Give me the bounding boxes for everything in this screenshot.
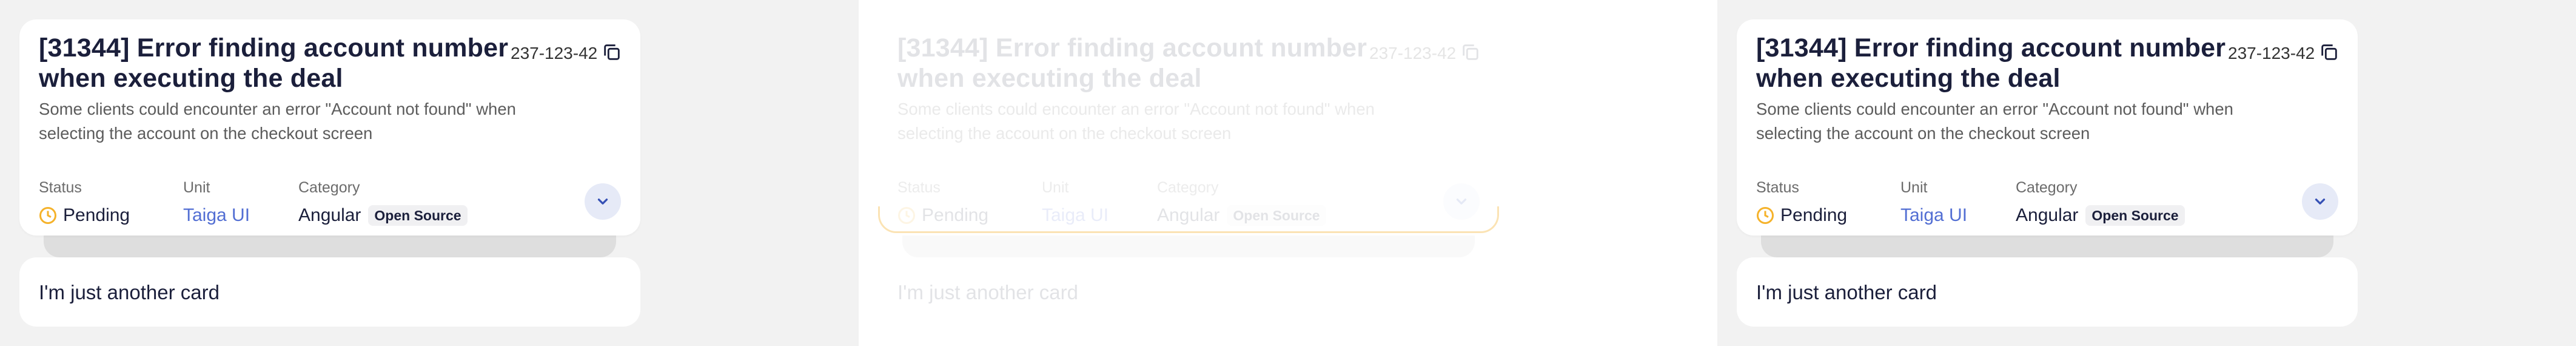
category-label: Category: [298, 179, 360, 196]
status-text: Pending: [1780, 205, 1848, 225]
expand-button[interactable]: [2302, 183, 2338, 220]
unit-label: Unit: [183, 179, 210, 196]
clock-icon: [39, 207, 56, 224]
category-badge: Open Source: [368, 205, 468, 226]
issue-description: Some clients could encounter an error "A…: [39, 100, 516, 143]
another-card[interactable]: I'm just another card: [1737, 257, 2358, 327]
copy-icon[interactable]: [1460, 42, 1481, 63]
issue-title: [31344] Error finding account number whe…: [897, 33, 1367, 93]
copy-icon[interactable]: [602, 42, 622, 63]
issue-number: 237-123-42: [2228, 44, 2315, 63]
issue-title: [31344] Error finding account number whe…: [1756, 33, 2226, 93]
issue-card[interactable]: [31344] Error finding account number whe…: [878, 19, 1499, 236]
unit-label: Unit: [1900, 179, 1928, 196]
unit-link[interactable]: Taiga UI: [1900, 205, 1967, 226]
status-label: Status: [1756, 179, 1799, 196]
status-label: Status: [897, 179, 941, 196]
issue-description: Some clients could encounter an error "A…: [1756, 100, 2233, 143]
another-card[interactable]: I'm just another card: [19, 257, 640, 327]
status-label: Status: [39, 179, 82, 196]
unit-label: Unit: [1042, 179, 1069, 196]
issue-number: 237-123-42: [511, 44, 598, 63]
chevron-down-icon: [597, 198, 608, 205]
issue-description: Some clients could encounter an error "A…: [897, 100, 1375, 143]
category-label: Category: [1157, 179, 1219, 196]
issue-number: 237-123-42: [1369, 44, 1457, 63]
card-stack: [31344] Error finding account number whe…: [1737, 19, 2358, 257]
status-value: Pending: [1756, 205, 1847, 226]
category-label: Category: [2016, 179, 2078, 196]
demo-panel-left: [31344] Error finding account number whe…: [0, 0, 859, 346]
unit-link[interactable]: Taiga UI: [183, 205, 250, 226]
status-text: Pending: [63, 205, 130, 225]
another-card-text: I'm just another card: [897, 281, 1078, 304]
another-card-text: I'm just another card: [39, 281, 220, 304]
issue-card[interactable]: [31344] Error finding account number whe…: [19, 19, 640, 236]
category-value: Angular Open Source: [298, 205, 468, 226]
pending-highlight-edge: [878, 206, 1499, 233]
category-value: Angular Open Source: [2016, 205, 2185, 226]
another-card[interactable]: I'm just another card: [878, 257, 1499, 327]
demo-panel-middle: [31344] Error finding account number whe…: [859, 0, 1717, 346]
issue-card[interactable]: [31344] Error finding account number whe…: [1737, 19, 2358, 236]
category-badge: Open Source: [2085, 205, 2185, 226]
expand-button[interactable]: [585, 183, 621, 220]
clock-icon: [1757, 207, 1774, 224]
category-text: Angular: [298, 205, 361, 225]
expandable-card-demo: [31344] Error finding account number whe…: [0, 0, 2576, 346]
status-value: Pending: [39, 205, 130, 226]
card-stack: [31344] Error finding account number whe…: [19, 19, 640, 257]
category-text: Angular: [2016, 205, 2079, 225]
copy-icon[interactable]: [2319, 42, 2340, 63]
issue-title: [31344] Error finding account number whe…: [39, 33, 509, 93]
demo-panel-right: [31344] Error finding account number whe…: [1717, 0, 2576, 346]
another-card-text: I'm just another card: [1756, 281, 1937, 304]
chevron-down-icon: [2315, 198, 2326, 205]
